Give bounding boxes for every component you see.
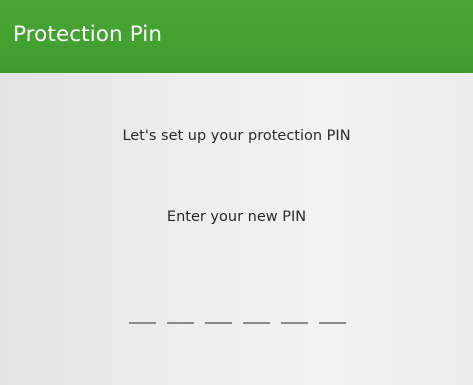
pin-digit-slot[interactable] — [167, 322, 194, 324]
pin-input[interactable] — [129, 322, 346, 324]
pin-digit-slot[interactable] — [319, 322, 346, 324]
pin-setup-panel: Let's set up your protection PIN Enter y… — [0, 73, 473, 385]
pin-digit-slot[interactable] — [129, 322, 156, 324]
enter-pin-label: Enter your new PIN — [166, 209, 307, 225]
pin-digit-slot[interactable] — [281, 322, 308, 324]
setup-instruction: Let's set up your protection PIN — [122, 128, 351, 144]
pin-digit-slot[interactable] — [243, 322, 270, 324]
page-title: Protection Pin — [13, 22, 163, 47]
pin-digit-slot[interactable] — [205, 322, 232, 324]
app-bar: Protection Pin — [0, 0, 473, 73]
